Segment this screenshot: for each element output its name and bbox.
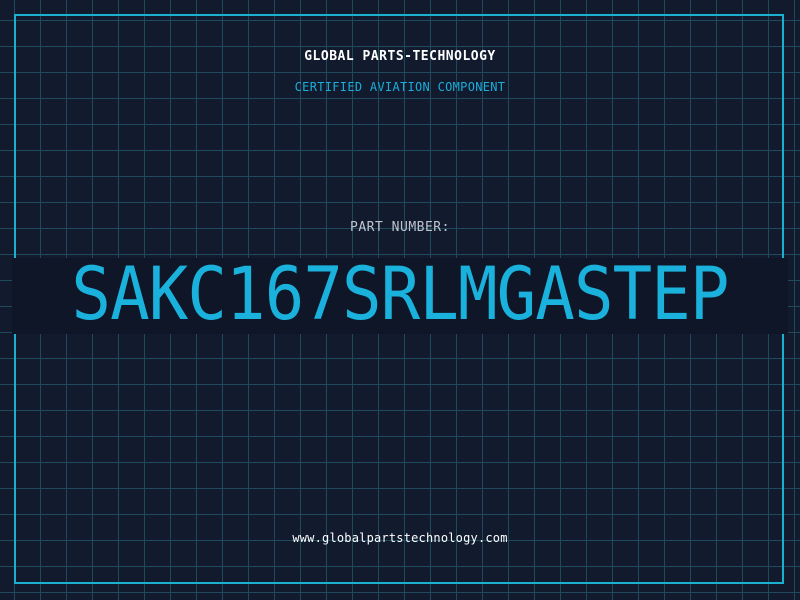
part-number-value: SAKC167SRLMGASTEP [71,252,729,337]
company-name: GLOBAL PARTS-TECHNOLOGY [304,49,496,64]
part-number-label: PART NUMBER: [350,220,450,235]
label-canvas: GLOBAL PARTS-TECHNOLOGY CERTIFIED AVIATI… [0,0,800,600]
component-subtitle: CERTIFIED AVIATION COMPONENT [294,80,506,94]
website-url: www.globalpartstechnology.com [292,531,508,545]
